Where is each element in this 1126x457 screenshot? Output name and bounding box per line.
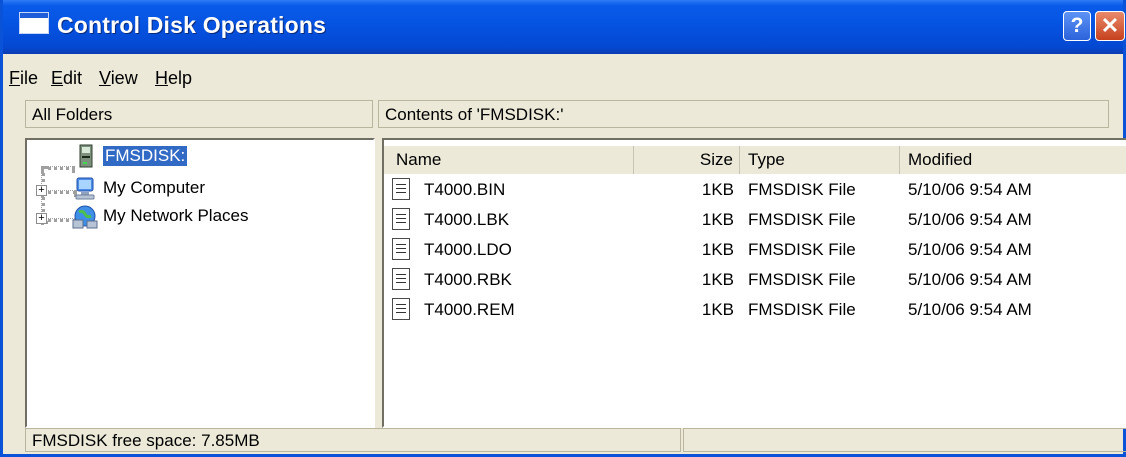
file-name: T4000.LBK <box>424 210 510 229</box>
file-icon <box>392 208 410 230</box>
menu-file-label: ile <box>20 68 39 88</box>
menu-help[interactable]: Help <box>155 68 192 89</box>
file-modified: 5/10/06 9:54 AM <box>908 210 1032 229</box>
file-size: 1KB <box>701 240 734 259</box>
menu-help-accel: H <box>155 68 168 88</box>
file-modified: 5/10/06 9:54 AM <box>908 240 1032 259</box>
file-size: 1KB <box>701 210 734 229</box>
file-icon <box>392 298 410 320</box>
tree-item-label: My Computer <box>103 178 206 197</box>
window: Control Disk Operations ? ✕ File Edit Vi… <box>0 0 1126 457</box>
file-modified: 5/10/06 9:54 AM <box>908 300 1032 319</box>
file-type: FMSDISK File <box>748 180 856 199</box>
column-header-size[interactable]: Size <box>634 146 740 174</box>
file-type: FMSDISK File <box>748 300 856 319</box>
folder-tree[interactable]: FMSDISK: + My Computer + My Network Plac… <box>25 138 375 428</box>
tree-item-label: FMSDISK: <box>103 146 188 166</box>
computer-icon <box>75 177 95 200</box>
file-icon <box>392 268 410 290</box>
tree-line-branch <box>41 166 75 170</box>
file-name: T4000.LDO <box>424 240 512 259</box>
drive-icon <box>79 144 93 168</box>
file-size: 1KB <box>701 270 734 289</box>
network-icon <box>72 205 98 229</box>
menu-file-accel: F <box>9 68 20 88</box>
close-button[interactable]: ✕ <box>1095 11 1125 41</box>
help-button[interactable]: ? <box>1063 11 1091 41</box>
status-bar: FMSDISK free space: 7.85MB <box>25 428 1126 452</box>
status-empty-panel <box>683 428 1126 452</box>
file-size: 1KB <box>701 180 734 199</box>
column-header-name[interactable]: Name <box>384 146 634 174</box>
status-free-space: FMSDISK free space: 7.85MB <box>25 428 681 452</box>
file-name: T4000.REM <box>424 300 515 319</box>
column-header-modified[interactable]: Modified <box>900 146 1126 174</box>
all-folders-header: All Folders <box>25 100 373 128</box>
window-title: Control Disk Operations <box>57 12 327 38</box>
file-type: FMSDISK File <box>748 210 856 229</box>
menu-view-label: iew <box>110 68 138 88</box>
file-icon <box>392 178 410 200</box>
menu-file[interactable]: File <box>9 68 38 89</box>
file-name: T4000.BIN <box>424 180 506 199</box>
file-size: 1KB <box>701 300 734 319</box>
menu-help-label: elp <box>168 68 193 88</box>
menu-bar: File Edit View Help <box>3 62 1123 92</box>
menu-edit[interactable]: Edit <box>51 68 82 89</box>
file-list[interactable]: Name Size Type Modified T4000.BIN 1KB FM… <box>382 138 1126 428</box>
file-modified: 5/10/06 9:54 AM <box>908 180 1032 199</box>
menu-edit-accel: E <box>51 68 64 88</box>
file-type: FMSDISK File <box>748 270 856 289</box>
contents-header: Contents of 'FMSDISK:' <box>378 100 1109 128</box>
column-header-type[interactable]: Type <box>740 146 900 174</box>
tree-item-label: My Network Places <box>103 206 249 225</box>
file-name: T4000.RBK <box>424 270 512 289</box>
file-type: FMSDISK File <box>748 240 856 259</box>
file-modified: 5/10/06 9:54 AM <box>908 270 1032 289</box>
expand-icon[interactable]: + <box>36 185 47 196</box>
title-bar[interactable]: Control Disk Operations ? ✕ <box>3 0 1125 54</box>
menu-edit-label: dit <box>63 68 83 88</box>
file-icon <box>392 238 410 260</box>
menu-view-accel: V <box>99 68 111 88</box>
expand-icon[interactable]: + <box>36 213 47 224</box>
window-icon[interactable] <box>19 12 49 34</box>
menu-view[interactable]: View <box>99 68 138 89</box>
